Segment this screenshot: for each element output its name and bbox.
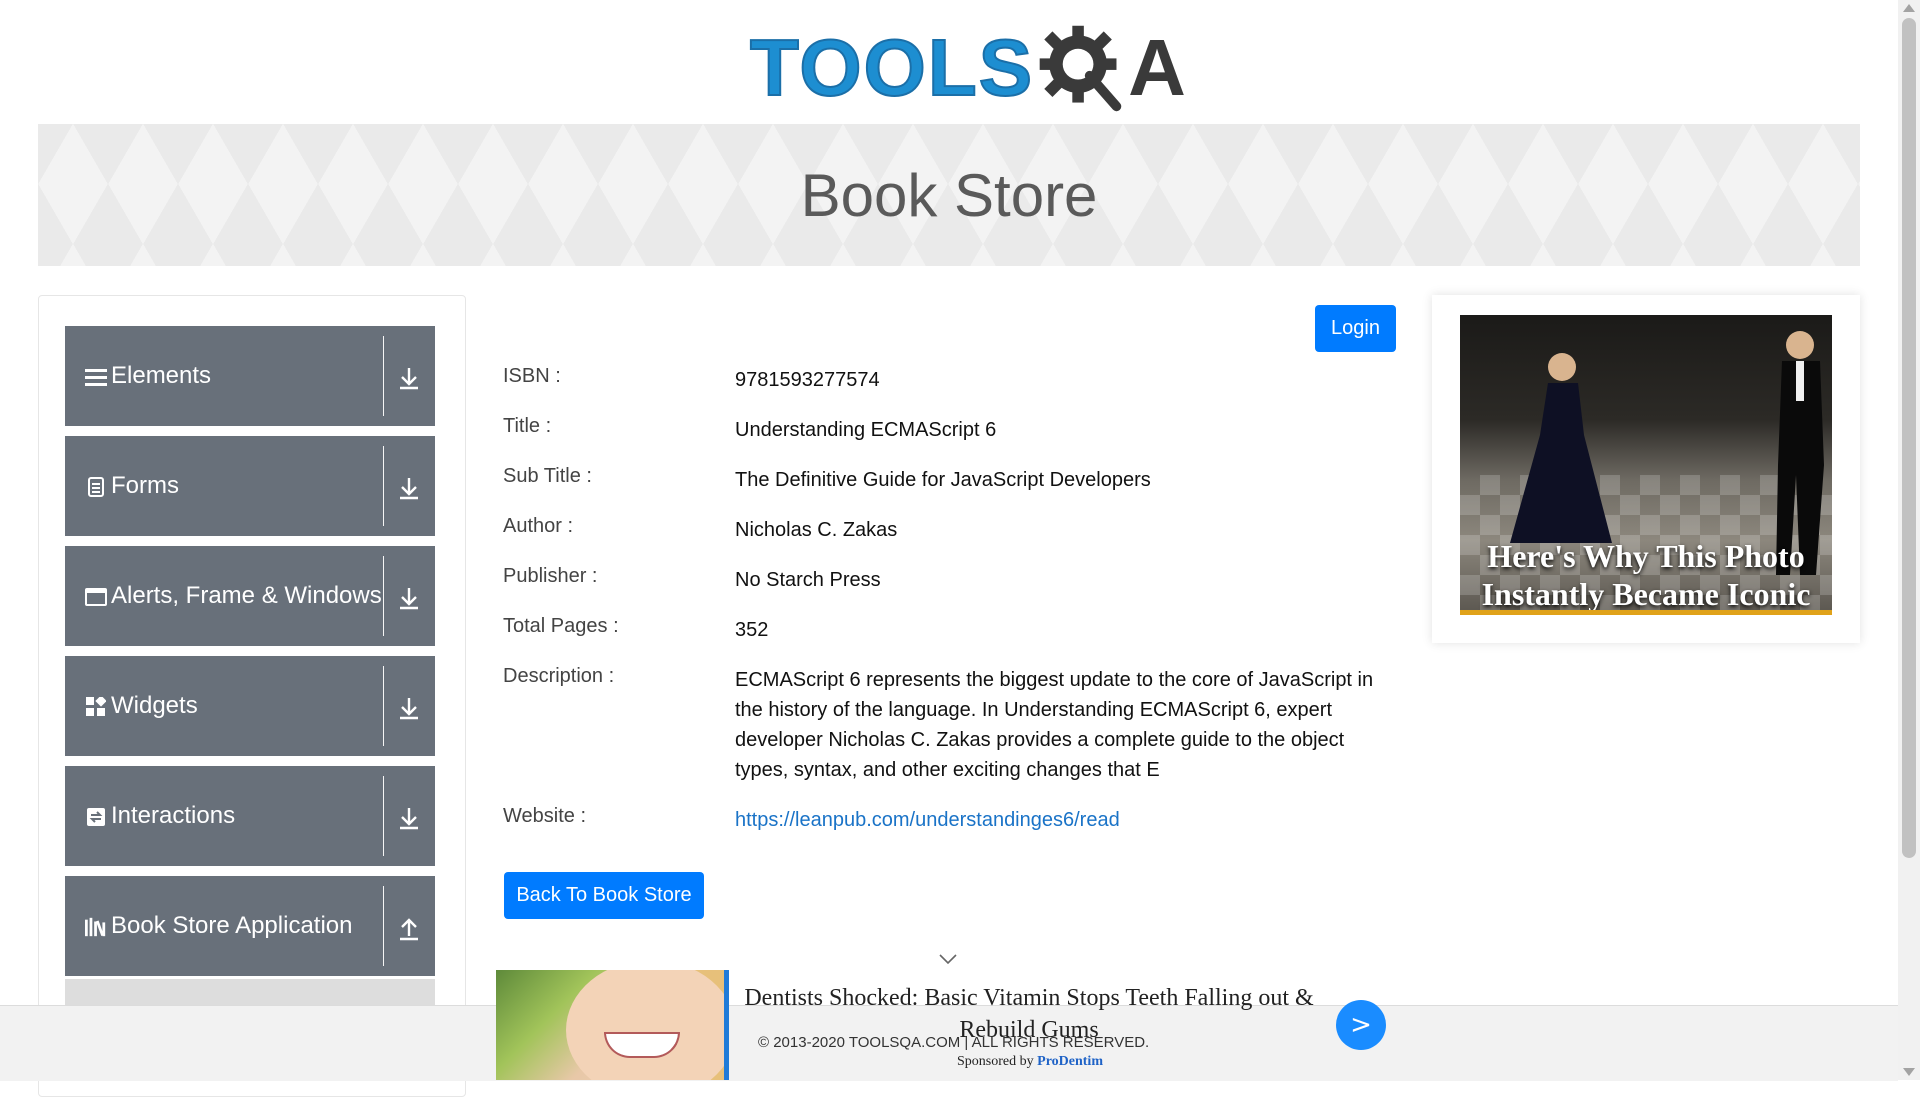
bottom-ad[interactable]: Dentists Shocked: Basic Vitamin Stops Te…: [496, 970, 1396, 1080]
ad-headline[interactable]: Dentists Shocked: Basic Vitamin Stops Te…: [744, 982, 1314, 1046]
publisher-label: Publisher :: [503, 565, 598, 587]
ad-thumbnail[interactable]: [496, 970, 729, 1080]
isbn-value: 9781593277574: [735, 369, 880, 391]
library-icon: [85, 916, 107, 938]
pages-value: 352: [735, 619, 769, 641]
download-arrow-icon[interactable]: [395, 584, 423, 612]
divider: [383, 776, 384, 856]
ad-photo[interactable]: Here's Why This Photo Instantly Became I…: [1460, 315, 1832, 615]
sidebar-group-label: Widgets: [111, 692, 198, 719]
sidebar-group-label: Elements: [111, 362, 212, 389]
download-arrow-icon[interactable]: [395, 804, 423, 832]
document-icon: [85, 476, 107, 498]
page-title: Book Store: [800, 161, 1098, 229]
pages-label: Total Pages :: [503, 615, 619, 637]
sidebar-group-label: Interactions: [111, 802, 236, 829]
download-arrow-icon[interactable]: [395, 694, 423, 722]
sponsor-name[interactable]: ProDentim: [1037, 1054, 1103, 1069]
menu-icon: [85, 366, 107, 388]
page-banner: Book Store: [38, 124, 1860, 266]
ad-next-button[interactable]: >: [1336, 1000, 1386, 1050]
divider: [383, 886, 384, 966]
toolsqa-logo[interactable]: TOOLS A: [749, 18, 1186, 118]
interaction-icon: [85, 806, 107, 828]
subtitle-value: The Definitive Guide for JavaScript Deve…: [735, 469, 1151, 491]
website-link[interactable]: https://leanpub.com/understandinges6/rea…: [735, 809, 1120, 831]
ad-sponsor: Sponsored by ProDentim: [750, 1054, 1310, 1070]
ad-caption: Here's Why This Photo Instantly Became I…: [1481, 538, 1811, 612]
sidebar-group-forms[interactable]: Forms: [65, 436, 435, 536]
sponsor-prefix: Sponsored by: [957, 1054, 1034, 1069]
upload-arrow-icon[interactable]: [395, 914, 423, 942]
grid-icon: [85, 696, 107, 718]
sidebar-group-widgets[interactable]: Widgets: [65, 656, 435, 756]
title-label: Title :: [503, 415, 552, 437]
sidebar-group-interactions[interactable]: Interactions: [65, 766, 435, 866]
scrollbar-thumb[interactable]: [1902, 18, 1916, 858]
login-button[interactable]: Login: [1315, 305, 1396, 352]
logo-text-a: A: [1128, 23, 1186, 112]
author-value: Nicholas C. Zakas: [735, 519, 898, 541]
right-ad[interactable]: Here's Why This Photo Instantly Became I…: [1432, 295, 1860, 643]
header: TOOLS A: [0, 0, 1898, 122]
website-label: Website :: [503, 805, 586, 827]
description-value: ECMAScript 6 represents the biggest upda…: [735, 669, 1374, 781]
chevron-down-icon[interactable]: [938, 952, 958, 966]
publisher-value: No Starch Press: [735, 569, 881, 591]
ad-accent-bar: [1460, 610, 1832, 615]
ad-thumbnail-face: [566, 970, 724, 1080]
isbn-label: ISBN :: [503, 365, 561, 387]
scroll-down-arrow-icon[interactable]: [1903, 1068, 1915, 1076]
window-icon: [85, 586, 107, 608]
divider: [383, 556, 384, 636]
sidebar-group-label: Book Store Application: [111, 912, 353, 939]
scroll-up-arrow-icon[interactable]: [1903, 4, 1915, 12]
sidebar-group-elements[interactable]: Elements: [65, 326, 435, 426]
description-label: Description :: [503, 665, 615, 687]
author-label: Author :: [503, 515, 574, 537]
sidebar-group-alerts[interactable]: Alerts, Frame & Windows: [65, 546, 435, 646]
sidebar-group-book-store[interactable]: Book Store Application: [65, 876, 435, 976]
sidebar: Elements Forms Alerts, Frame & Windows W…: [38, 295, 466, 1097]
divider: [383, 336, 384, 416]
scrollbar[interactable]: [1898, 0, 1920, 1080]
logo-text: TOOLS: [749, 23, 1035, 112]
dancer-figure: [1510, 353, 1612, 543]
gear-icon: [1039, 25, 1122, 112]
sidebar-group-label: Alerts, Frame & Windows: [111, 582, 382, 609]
divider: [383, 446, 384, 526]
divider: [383, 666, 384, 746]
title-value: Understanding ECMAScript 6: [735, 419, 997, 441]
back-to-book-store-button[interactable]: Back To Book Store: [504, 872, 704, 919]
download-arrow-icon[interactable]: [395, 474, 423, 502]
subtitle-label: Sub Title :: [503, 465, 592, 487]
sidebar-group-label: Forms: [111, 472, 179, 499]
download-arrow-icon[interactable]: [395, 364, 423, 392]
